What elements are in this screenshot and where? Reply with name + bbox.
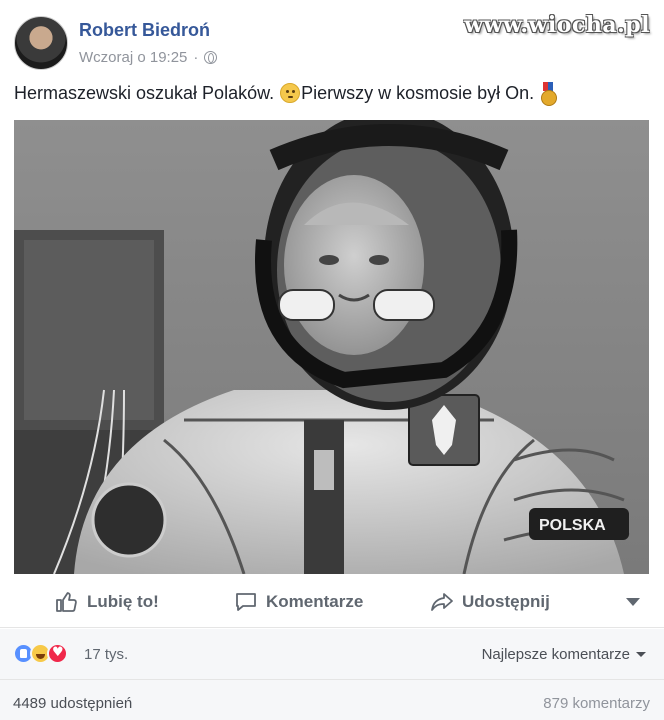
share-arrow-icon bbox=[431, 593, 453, 611]
caret-down-icon bbox=[636, 652, 646, 657]
watermark: www.wiocha.pl bbox=[464, 12, 650, 38]
post-text-part2: Pierwszy w kosmosie był On. bbox=[301, 82, 535, 103]
post-text: Hermaszewski oszukał Polaków. Pierwszy w… bbox=[14, 82, 558, 106]
meta-separator: · bbox=[193, 49, 199, 66]
globe-icon[interactable] bbox=[204, 51, 218, 64]
like-button[interactable]: Lubię to! bbox=[55, 590, 159, 614]
comments-count[interactable]: 879 komentarzy bbox=[543, 695, 650, 712]
astronaut-photo: POLSKA bbox=[14, 120, 649, 574]
comment-button[interactable]: Komentarze bbox=[234, 590, 363, 614]
avatar[interactable] bbox=[14, 16, 68, 70]
love-reaction-icon bbox=[47, 643, 68, 664]
stats-bar: 4489 udostępnień 879 komentarzy bbox=[0, 679, 664, 720]
confused-face-emoji-icon bbox=[280, 83, 301, 103]
like-button-label: Lubię to! bbox=[87, 592, 159, 611]
post-text-part1: Hermaszewski oszukał Polaków. bbox=[14, 82, 275, 103]
reactions-bar: 17 tys. Najlepsze komentarze bbox=[0, 629, 664, 679]
post-header: Robert Biedroń Wczoraj o 19:25 · www.wio… bbox=[0, 0, 664, 72]
thumbs-up-icon bbox=[56, 592, 77, 612]
chevron-down-icon[interactable] bbox=[626, 598, 640, 606]
reaction-icons[interactable] bbox=[13, 643, 68, 664]
action-bar: Lubię to! Komentarze Udostępnij bbox=[0, 576, 664, 628]
reaction-count[interactable]: 17 tys. bbox=[84, 646, 128, 663]
post-meta: Wczoraj o 19:25 · bbox=[79, 49, 218, 66]
top-comments-label: Najlepsze komentarze bbox=[481, 646, 630, 663]
comment-button-label: Komentarze bbox=[266, 592, 364, 611]
comment-bubble-icon bbox=[236, 593, 256, 611]
timestamp[interactable]: Wczoraj o 19:25 bbox=[79, 49, 187, 66]
share-button[interactable]: Udostępnij bbox=[430, 590, 550, 614]
polska-patch-text: POLSKA bbox=[539, 517, 606, 534]
top-comments-dropdown[interactable]: Najlepsze komentarze bbox=[482, 646, 646, 663]
share-button-label: Udostępnij bbox=[462, 592, 550, 611]
medal-emoji-icon bbox=[540, 82, 558, 106]
author-name[interactable]: Robert Biedroń bbox=[79, 20, 210, 41]
shares-count[interactable]: 4489 udostępnień bbox=[13, 695, 132, 712]
post-photo[interactable]: POLSKA bbox=[14, 120, 649, 574]
